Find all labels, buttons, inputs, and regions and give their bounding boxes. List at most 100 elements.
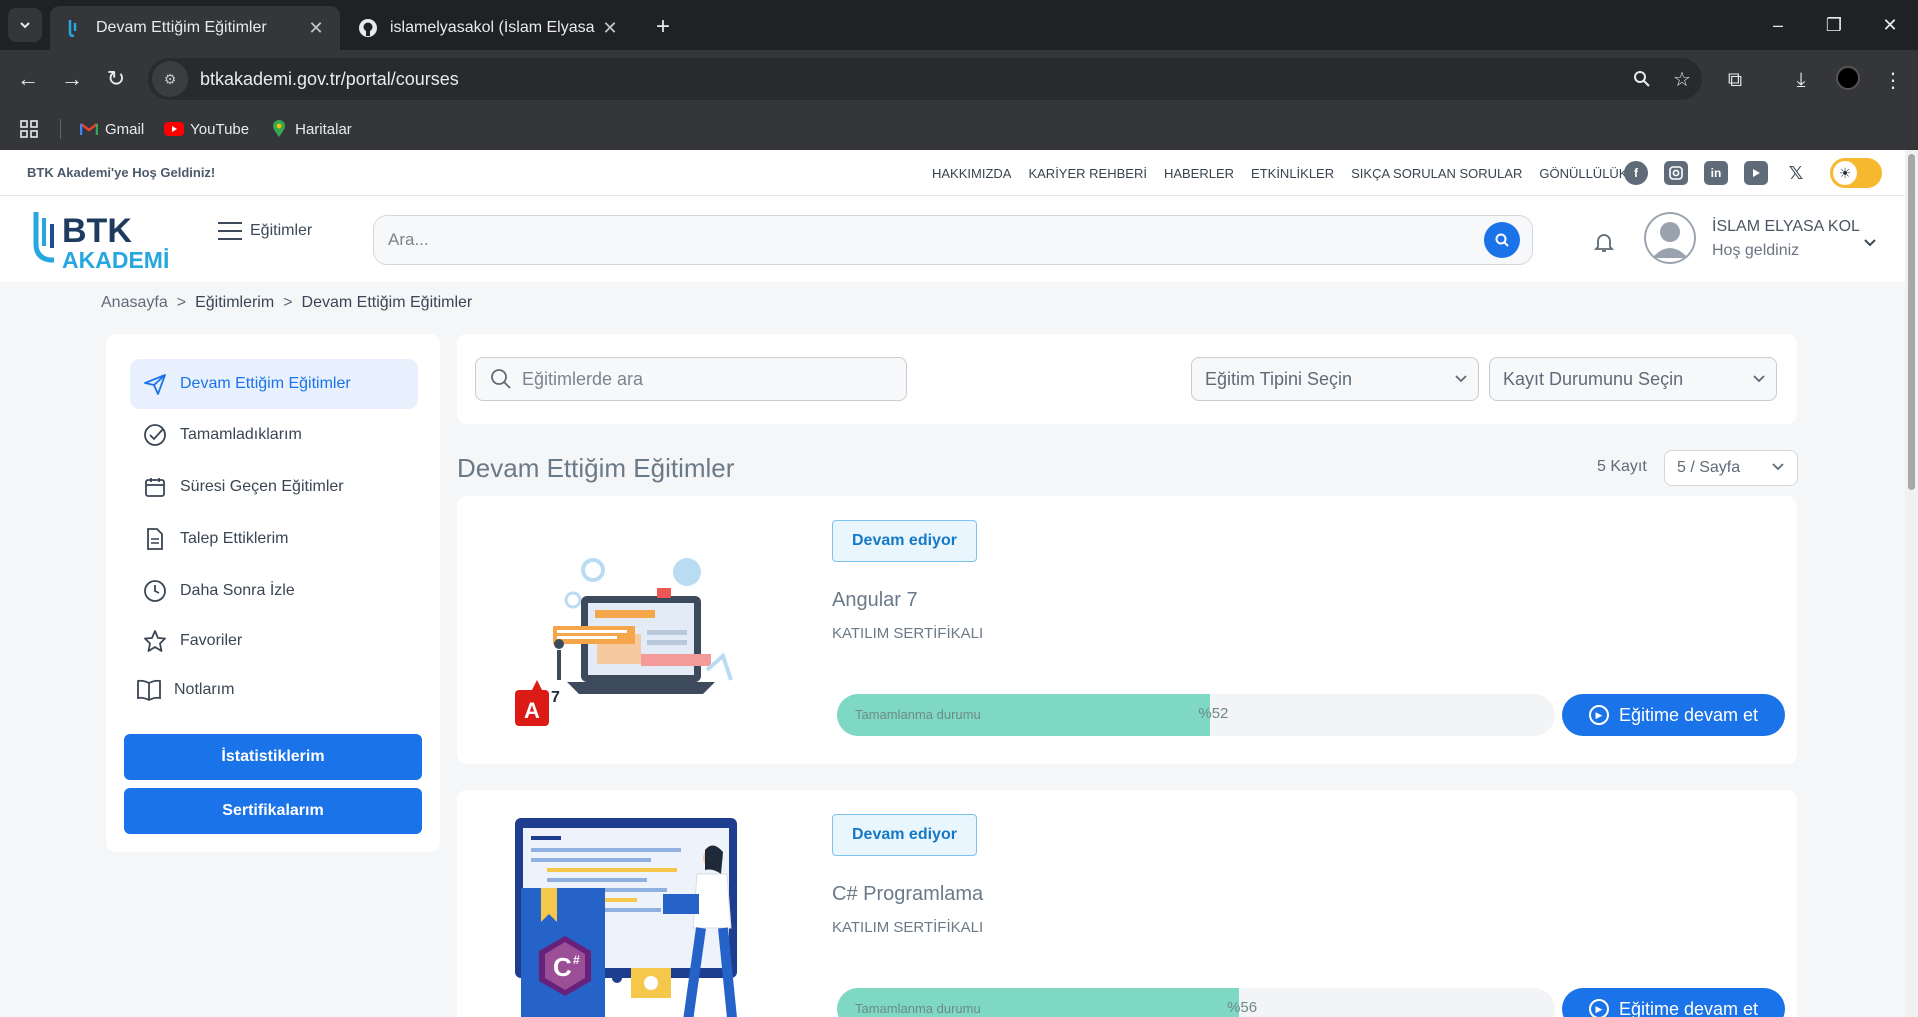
topnav-link[interactable]: KARİYER REHBERİ (1028, 166, 1146, 181)
registration-status-select[interactable]: Kayıt Durumunu Seçin (1489, 357, 1777, 401)
course-title[interactable]: C# Programlama (832, 883, 983, 906)
filter-bar: Eğitimlerde ara Eğitim Tipini Seçin Kayı… (457, 334, 1797, 424)
youtube-icon[interactable] (1744, 161, 1768, 185)
facebook-icon[interactable]: f (1624, 161, 1648, 185)
topnav-link[interactable]: ETKİNLİKLER (1251, 166, 1334, 181)
topnav-link[interactable]: HABERLER (1164, 166, 1234, 181)
certificates-button[interactable]: Sertifikalarım (124, 788, 422, 834)
close-icon[interactable]: ✕ (306, 18, 326, 39)
site-header: BTK AKADEMİ Eğitimler Ara... İSLAM ELYAS… (0, 196, 1905, 282)
breadcrumb: Anasayfa > Eğitimlerim > Devam Ettiğim E… (101, 294, 481, 312)
course-certificate: KATILIM SERTİFİKALI (832, 625, 984, 642)
address-bar[interactable]: ⚙ btkakademi.gov.tr/portal/courses ☆ (148, 58, 1702, 100)
breadcrumb-current: Devam Ettiğim Eğitimler (301, 294, 473, 311)
x-icon[interactable]: 𝕏 (1784, 161, 1808, 185)
bookmark-gmail[interactable]: Gmail (79, 121, 144, 138)
sidebar-item-requests[interactable]: Talep Ettiklerim (130, 514, 418, 564)
new-tab-icon[interactable]: + (648, 12, 678, 42)
user-greeting: Hoş geldiniz (1712, 242, 1800, 259)
sidebar-item-expired[interactable]: Süresi Geçen Eğitimler (130, 462, 418, 512)
bookmark-maps[interactable]: Haritalar (269, 120, 352, 138)
forward-icon[interactable]: → (56, 63, 88, 95)
continue-course-button[interactable]: ▶ Eğitime devam et (1562, 988, 1785, 1017)
search-input[interactable]: Ara... (388, 230, 1484, 250)
minimize-icon[interactable]: – (1758, 10, 1798, 40)
chevron-down-icon (1752, 369, 1766, 390)
restore-icon[interactable]: ❐ (1814, 10, 1854, 40)
extensions-icon[interactable]: ⧉ (1718, 63, 1752, 97)
scrollbar-thumb[interactable] (1908, 154, 1915, 490)
statistics-button[interactable]: İstatistiklerim (124, 734, 422, 780)
training-type-select[interactable]: Eğitim Tipini Seçin (1191, 357, 1479, 401)
site-search[interactable]: Ara... (373, 215, 1533, 265)
course-thumbnail[interactable]: A 7 (487, 530, 757, 740)
course-search-field[interactable]: Eğitimlerde ara (475, 357, 907, 401)
apps-icon[interactable] (20, 120, 38, 138)
chevron-down-icon[interactable] (1862, 234, 1878, 250)
sidebar-item-label: Devam Ettiğim Eğitimler (180, 375, 351, 392)
tab-strip: Devam Ettiğim Eğitimler ✕ islamelyasakol… (0, 0, 1918, 50)
sidebar-item-ongoing[interactable]: Devam Ettiğim Eğitimler (130, 359, 418, 409)
site-info-icon[interactable]: ⚙ (152, 61, 188, 97)
avatar[interactable] (1644, 212, 1696, 264)
close-icon[interactable]: ✕ (600, 18, 620, 39)
sidebar-item-notes[interactable]: Notlarım (124, 665, 412, 715)
trainings-menu-button[interactable]: Eğitimler (218, 222, 312, 240)
select-value: Eğitim Tipini Seçin (1205, 368, 1353, 389)
progress-percent: %56 (1227, 999, 1258, 1016)
topnav-link[interactable]: GÖNÜLLÜLÜK (1539, 166, 1627, 181)
topnav-link[interactable]: SIKÇA SORULAN SORULAR (1351, 166, 1522, 181)
download-icon[interactable]: ⤓ (1784, 63, 1818, 97)
course-search-input[interactable]: Eğitimlerde ara (522, 369, 643, 390)
btk-akademi-logo[interactable]: BTK AKADEMİ (30, 204, 194, 276)
bookmark-star-icon[interactable]: ☆ (1662, 63, 1702, 95)
button-label: Eğitime devam et (1618, 704, 1759, 725)
breadcrumb-separator: > (283, 294, 293, 311)
hamburger-icon (218, 222, 242, 240)
progress-label: Tamamlanma durumu (855, 1001, 981, 1016)
sidebar-item-completed[interactable]: Tamamladıklarım (130, 410, 418, 460)
linkedin-icon[interactable]: in (1704, 161, 1728, 185)
more-menu-icon[interactable]: ⋮ (1876, 63, 1910, 97)
breadcrumb-link[interactable]: Anasayfa (101, 294, 168, 312)
top-info-bar: BTK Akademi'ye Hoş Geldiniz! HAKKIMIZDA … (0, 150, 1905, 196)
section-title: Devam Ettiğim Eğitimler (457, 453, 735, 483)
bookmark-youtube[interactable]: YouTube (164, 121, 249, 138)
zoom-icon[interactable] (1622, 63, 1662, 95)
record-count: 5 Kayıt (1597, 458, 1647, 475)
page-scrollbar[interactable] (1905, 150, 1918, 1017)
continue-course-button[interactable]: ▶ Eğitime devam et (1562, 694, 1785, 736)
breadcrumb-link[interactable]: Eğitimlerim (195, 294, 274, 312)
per-page-select[interactable]: 5 / Sayfa (1664, 450, 1798, 486)
check-circle-icon (142, 422, 168, 448)
course-certificate: KATILIM SERTİFİKALI (832, 919, 984, 936)
sidebar-item-label: Notlarım (174, 681, 235, 698)
tab-inactive[interactable]: islamelyasakol (İslam Elyasa Kol) ✕ (344, 6, 634, 50)
search-icon[interactable] (1484, 222, 1520, 258)
bell-icon[interactable] (1592, 230, 1616, 254)
course-card: C # Devam ediyor C# Programlama KATILIM … (457, 790, 1797, 1017)
sidebar-item-label: Süresi Geçen Eğitimler (180, 478, 344, 495)
topnav-link[interactable]: HAKKIMIZDA (932, 166, 1011, 181)
breadcrumb-separator: > (176, 294, 187, 311)
sidebar-item-watch-later[interactable]: Daha Sonra İzle (130, 566, 418, 616)
bookmark-label: Gmail (105, 120, 145, 138)
back-icon[interactable]: ← (12, 63, 44, 95)
sidebar-item-favorites[interactable]: Favoriler (130, 616, 418, 666)
book-icon (136, 677, 162, 703)
tab-search-button[interactable] (8, 8, 42, 42)
browser-chrome: Devam Ettiğim Eğitimler ✕ islamelyasakol… (0, 0, 1918, 150)
status-badge: Devam ediyor (832, 814, 977, 856)
course-thumbnail[interactable]: C # (487, 818, 757, 1017)
course-title[interactable]: Angular 7 (832, 589, 918, 612)
url-text[interactable]: btkakademi.gov.tr/portal/courses (200, 69, 1622, 90)
tab-active[interactable]: Devam Ettiğim Eğitimler ✕ (50, 6, 340, 50)
profile-avatar-icon[interactable] (1836, 66, 1860, 90)
theme-toggle[interactable]: ☀ (1830, 158, 1882, 188)
status-badge: Devam ediyor (832, 520, 977, 562)
bookmark-divider (60, 119, 61, 139)
instagram-icon[interactable] (1664, 161, 1688, 185)
window-close-icon[interactable]: ✕ (1870, 10, 1910, 40)
reload-icon[interactable]: ↻ (100, 63, 132, 95)
user-name[interactable]: İSLAM ELYASA KOL (1712, 218, 1860, 236)
